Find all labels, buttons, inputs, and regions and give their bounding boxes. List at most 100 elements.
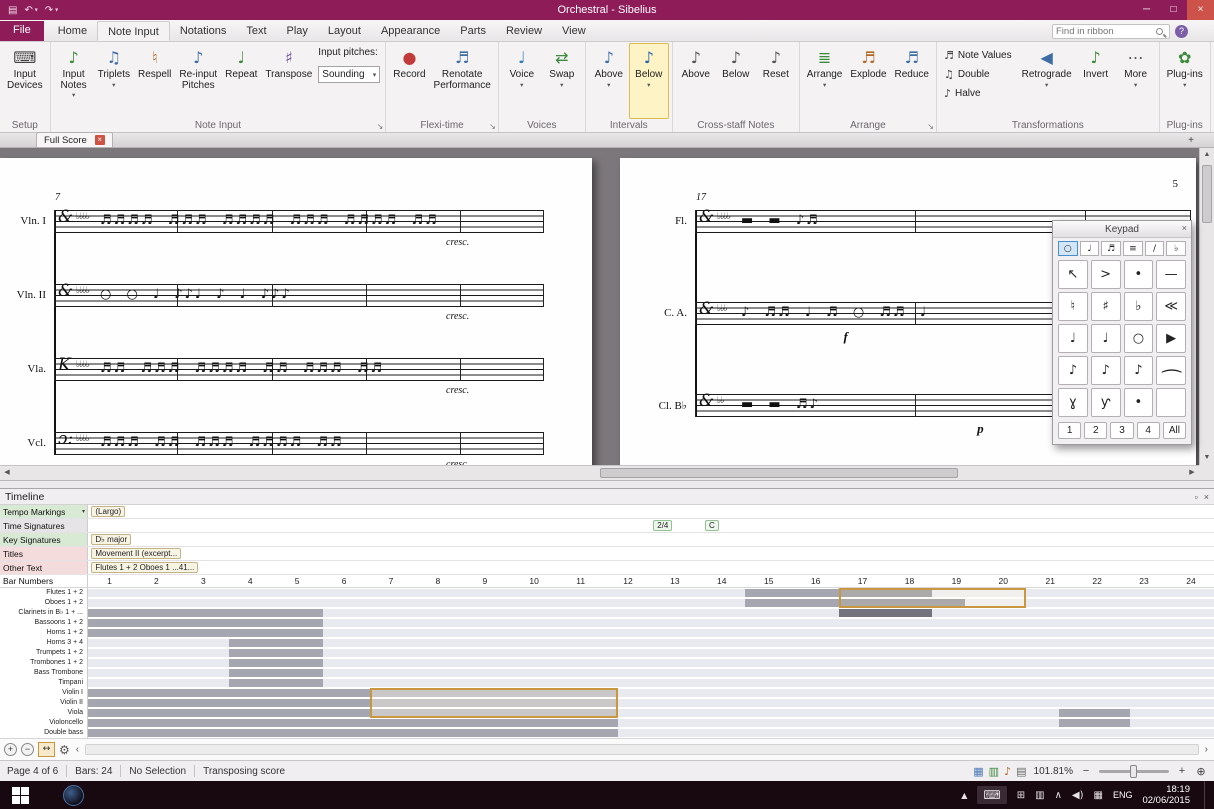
ribbon-button-input-devices[interactable]: ⌨ Input Devices (3, 43, 47, 119)
activity-icon[interactable]: ▥ (1035, 790, 1044, 801)
panels-toggle-icon[interactable]: ▤ (1016, 765, 1026, 778)
score-page-left[interactable]: 7 Vln. I & ♭♭♭♭ ♬♬♬♬ ♬♬♬ ♬♬♬♬ ♬♬♬ ♬♬♬♬ ♬♬ cre… (0, 158, 592, 480)
kp-tie-icon[interactable]: ( (1156, 356, 1186, 385)
ribbon-button-triplets[interactable]: ♫ Triplets ▾ (94, 43, 134, 119)
ribbon-button-above[interactable]: ♪ Above (676, 43, 716, 119)
dialog-launcher-icon[interactable]: ↘ (489, 122, 496, 131)
minimize-button[interactable]: ─ (1133, 0, 1160, 20)
ribbon-button-halve[interactable]: ♪ Halve (940, 84, 1016, 102)
scroll-right-icon[interactable]: ▶ (1185, 466, 1199, 480)
kp-pointer-icon[interactable]: ↖ (1058, 260, 1088, 289)
redo-icon[interactable]: ↷ ▾ (45, 5, 58, 16)
kp-sharp-icon[interactable]: ♯ (1090, 292, 1121, 321)
ribbon-button-re-input-pitches[interactable]: ♪ Re-input Pitches (175, 43, 221, 119)
updates-icon[interactable]: ∧ (1055, 790, 1062, 801)
ribbon-button-above[interactable]: ♪ Above ▾ (589, 43, 629, 119)
timeline-event-chip[interactable]: 2/4 (653, 520, 673, 531)
find-in-ribbon-box[interactable] (1052, 24, 1170, 39)
keypad-tab-accidentals[interactable]: ♭ (1166, 241, 1187, 256)
kp-quarter-note-2-icon[interactable]: ♩ (1090, 324, 1121, 353)
timeline-close-icon[interactable]: × (1204, 492, 1209, 502)
start-button[interactable] (12, 786, 29, 804)
ribbon-button-reduce[interactable]: ♬ Reduce (891, 43, 933, 119)
timeline-track-lane[interactable]: (Largo) (88, 505, 1214, 518)
ribbon-tab-view[interactable]: View (552, 21, 596, 41)
ribbon-button-double[interactable]: ♫ Double (940, 65, 1016, 83)
file-tab[interactable]: File (0, 21, 44, 41)
ribbon-tab-note-input[interactable]: Note Input (97, 21, 170, 41)
timeline-scroll-left-icon[interactable]: ‹ (74, 744, 81, 755)
keypad-tab-jazz-articulations[interactable]: / (1144, 241, 1165, 256)
find-in-ribbon-input[interactable] (1056, 26, 1156, 37)
zoom-in-button[interactable]: + (1176, 765, 1188, 777)
ribbon-button-more[interactable]: ⋯ More ▾ (1116, 43, 1156, 119)
ribbon-button-retrograde[interactable]: ◀ Retrograde ▾ (1018, 43, 1076, 119)
clock[interactable]: 18:19 02/06/2015 (1142, 784, 1190, 806)
document-tab-full-score[interactable]: Full Score × (36, 132, 113, 147)
kp-eighth-note-icon[interactable]: ♪ (1058, 356, 1088, 385)
ribbon-button-record[interactable]: ● Record (389, 43, 429, 119)
zoom-slider-thumb[interactable] (1130, 764, 1137, 778)
language-indicator[interactable]: ENG (1113, 790, 1133, 800)
show-desktop-strip[interactable] (1204, 781, 1209, 809)
ribbon-tab-layout[interactable]: Layout (318, 21, 371, 41)
dialog-launcher-icon[interactable]: ↘ (377, 122, 384, 131)
keypad-tab-articulations[interactable]: ≡ (1123, 241, 1143, 256)
ribbon-button-plug-ins[interactable]: ✿ Plug-ins ▾ (1163, 43, 1207, 119)
close-button[interactable]: × (1187, 0, 1214, 20)
ribbon-button-arrange[interactable]: ≣ Arrange ▾ (803, 43, 847, 119)
zoom-fit-icon[interactable]: ⊕ (1195, 765, 1207, 778)
kp-natural-icon[interactable]: ♮ (1058, 292, 1088, 321)
kp-eighth-note-2-icon[interactable]: ♪ (1090, 356, 1121, 385)
kp-flat-icon[interactable]: ♭ (1123, 292, 1154, 321)
keypad-voice-1[interactable]: 1 (1058, 422, 1082, 439)
kp-whole-note-icon[interactable]: ○ (1123, 324, 1154, 353)
kp-staccato-icon[interactable]: • (1123, 260, 1154, 289)
ribbon-button-swap[interactable]: ⇄ Swap ▾ (542, 43, 582, 119)
vertical-scroll-thumb[interactable] (1202, 165, 1212, 223)
ribbon-tab-play[interactable]: Play (277, 21, 318, 41)
keypad-voice-3[interactable]: 3 (1110, 422, 1134, 439)
timeline-dock-icon[interactable]: ▫ (1195, 492, 1198, 502)
filter-arrow-icon[interactable]: ▾ (82, 508, 85, 515)
undo-icon[interactable]: ↶ ▾ (24, 5, 37, 16)
new-tab-button[interactable]: + (1188, 135, 1194, 146)
ribbon-button-below[interactable]: ♪ Below ▾ (628, 43, 669, 119)
kp-rhythm-dot-icon[interactable]: • (1123, 388, 1154, 417)
ideas-toggle-icon[interactable]: ♪ (1004, 765, 1011, 778)
timeline-track-lane[interactable]: Movement II (excerpt... (88, 547, 1214, 560)
kp-accent-icon[interactable]: > (1090, 260, 1121, 289)
ribbon-tab-appearance[interactable]: Appearance (371, 21, 450, 41)
tab-close-icon[interactable]: × (94, 135, 105, 145)
timeline-track-lane[interactable]: D♭ major (88, 533, 1214, 546)
ribbon-button-note-values[interactable]: ♬ Note Values (940, 46, 1016, 64)
ribbon-button-below[interactable]: ♪ Below (716, 43, 756, 119)
ribbon-button-input-notes[interactable]: ♪ Input Notes ▾ (54, 43, 94, 119)
ribbon-button-invert[interactable]: ♪ Invert (1076, 43, 1116, 119)
vertical-scrollbar[interactable]: ▲ ▼ (1199, 148, 1214, 465)
timeline-event-chip[interactable]: D♭ major (91, 534, 132, 545)
ribbon-tab-home[interactable]: Home (48, 21, 97, 41)
ribbon-button-voice[interactable]: ♩ Voice ▾ (502, 43, 542, 119)
ribbon-tab-review[interactable]: Review (496, 21, 552, 41)
maximize-button[interactable]: □ (1160, 0, 1187, 20)
timeline-event-chip[interactable]: C (705, 520, 719, 531)
dialog-launcher-icon[interactable]: ↘ (927, 122, 934, 131)
timeline-scrollbar[interactable] (85, 744, 1199, 755)
keypad-tab-more-notes[interactable]: ♩ (1079, 241, 1100, 256)
keypad-title-bar[interactable]: Keypad × (1053, 221, 1191, 238)
timeline-track-lane[interactable]: Flutes 1 + 2 Oboes 1 ...41... (88, 561, 1214, 574)
zoom-out-button[interactable]: − (1080, 765, 1092, 777)
kp-eighth-rest-icon[interactable]: ɣ (1058, 388, 1088, 417)
ribbon-tab-parts[interactable]: Parts (450, 21, 496, 41)
keypad-voice-2[interactable]: 2 (1084, 422, 1108, 439)
ribbon-button-respell[interactable]: ♮ Respell (134, 43, 175, 119)
timeline-zoom-in-button[interactable]: + (4, 743, 17, 756)
ribbon-button-reset[interactable]: ♪ Reset (756, 43, 796, 119)
kp-tenuto-icon[interactable]: — (1156, 260, 1186, 289)
kp-eighth-note-3-icon[interactable]: ♪ (1123, 356, 1154, 385)
keypad-tab-common-notes[interactable]: ○ (1058, 241, 1078, 256)
horizontal-scroll-thumb[interactable] (600, 468, 958, 478)
ribbon-button-transpose[interactable]: ♯ Transpose (261, 43, 316, 119)
keypad-tab-beams-tremolos[interactable]: ♬ (1101, 241, 1122, 256)
